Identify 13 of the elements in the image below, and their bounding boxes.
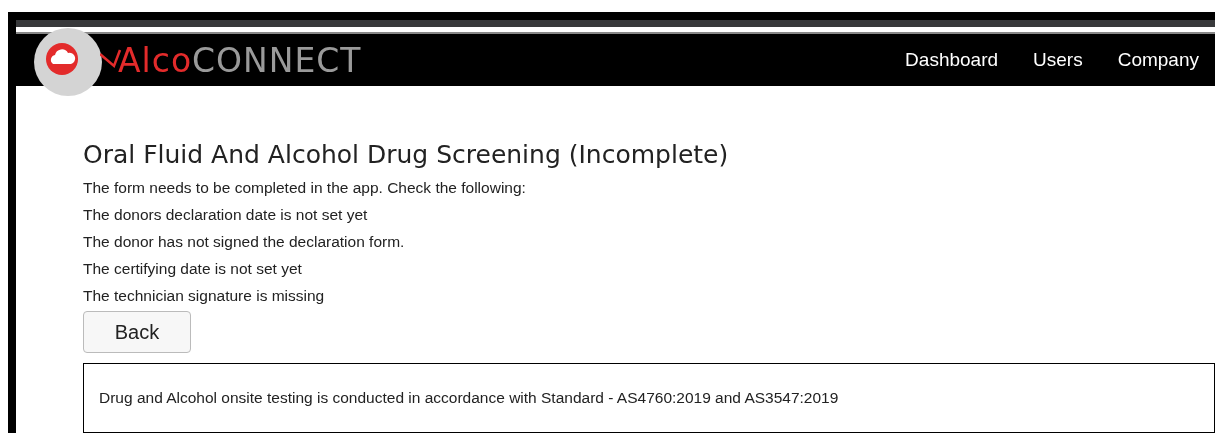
- page-title: Oral Fluid And Alcohol Drug Screening (Incomplete): [83, 139, 730, 171]
- nav-link[interactable]: Dashboard: [905, 45, 999, 75]
- footer-notice: Drug and Alcohol onsite testing is conducted in accordance with Standard - AS4760:2019 and AS3547:2019: [83, 363, 1215, 433]
- back-button[interactable]: Back: [83, 311, 191, 353]
- message-line: The form needs to be completed in the app. Check the following:: [83, 178, 527, 198]
- cloud-logo-icon: [34, 28, 104, 98]
- message-line: The donors declaration date is not set yet: [83, 205, 369, 225]
- nav-link[interactable]: Company: [1117, 45, 1199, 75]
- message-line: The donor has not signed the declaration form.: [83, 232, 406, 252]
- message-line: The technician signature is missing: [83, 286, 326, 306]
- brand-logo-text: AlcoCONNECT: [118, 43, 362, 77]
- nav-link[interactable]: Users: [1033, 45, 1083, 75]
- message-line: The certifying date is not set yet: [83, 259, 303, 279]
